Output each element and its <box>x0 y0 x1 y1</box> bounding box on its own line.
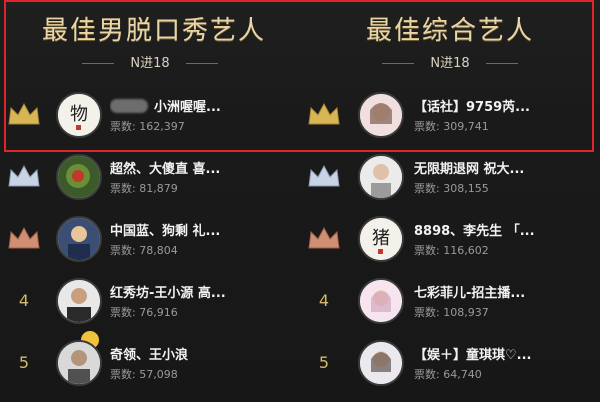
vote-count: 票数: 116,602 <box>414 244 489 257</box>
vote-count: 票数: 309,741 <box>414 120 489 133</box>
vote-count: 票数: 64,740 <box>414 368 482 381</box>
green-avatar-icon[interactable] <box>56 154 102 200</box>
category-subtitle: N进18 <box>300 52 600 71</box>
performer-name[interactable]: 8898、李先生 「... <box>414 220 535 239</box>
girl-avatar-icon[interactable] <box>358 278 404 324</box>
gold-crown-icon <box>306 100 342 130</box>
cartoon-avatar-icon[interactable] <box>56 216 102 262</box>
silver-crown-icon <box>6 162 42 192</box>
ranking-row[interactable]: 5 奇领、王小浪 票数: 57,098 <box>0 338 300 388</box>
category-title: 最佳男脱口秀艺人 <box>41 16 266 46</box>
bronze-crown-icon <box>306 224 342 254</box>
calligraphy-avatar-icon[interactable]: 物 <box>56 92 102 138</box>
performer-name[interactable]: 无限期退网 祝大... <box>414 158 524 177</box>
calligraphy-avatar-icon[interactable]: 猪 <box>358 216 404 262</box>
round-label: N进18 <box>430 56 470 71</box>
svg-text:猪: 猪 <box>372 228 390 249</box>
vote-count: 票数: 108,937 <box>414 306 489 319</box>
round-label: N进18 <box>130 56 170 71</box>
right-ranking-column: 最佳综合艺人 N进18 【话社】9759芮... 票数: 309,741 无限期… <box>300 0 600 402</box>
divider <box>382 63 415 64</box>
person-avatar-icon[interactable] <box>56 278 102 324</box>
performer-name[interactable]: 【话社】9759芮... <box>414 96 530 115</box>
divider <box>82 63 115 64</box>
category-title: 最佳综合艺人 <box>365 16 534 46</box>
blurred-prefix <box>110 99 148 113</box>
gold-crown-icon <box>6 100 42 130</box>
person-avatar-icon[interactable] <box>56 340 102 386</box>
ranking-row[interactable]: 无限期退网 祝大... 票数: 308,155 <box>300 152 600 202</box>
ranking-row[interactable]: 超然、大傻直 喜... 票数: 81,879 <box>0 152 300 350</box>
vote-count: 票数: 81,879 <box>110 182 178 195</box>
ranking-row[interactable]: 中国蓝、狗剩 礼... 票数: 78,804 <box>0 214 300 264</box>
ranking-row[interactable]: 【话社】9759芮... 票数: 309,741 <box>300 90 600 140</box>
vote-count: 票数: 78,804 <box>110 244 178 257</box>
girl-avatar-icon[interactable] <box>358 92 404 138</box>
vote-count: 票数: 57,098 <box>110 368 178 381</box>
performer-name[interactable]: 奇领、王小浪 <box>110 344 188 363</box>
ranking-row[interactable]: 物 小洲喔喔... 票数: 162,397 <box>0 90 300 140</box>
performer-name[interactable]: 红秀坊-王小源 高... <box>110 282 226 301</box>
vote-count: 票数: 162,397 <box>110 120 185 133</box>
svg-text:物: 物 <box>70 104 88 125</box>
category-subtitle: N进18 <box>0 52 300 71</box>
rank-number: 4 <box>318 291 330 310</box>
performer-name[interactable]: 【娱＋】童琪琪♡... <box>414 344 531 363</box>
ranking-page: 最佳男脱口秀艺人 N进18 物 小洲喔喔... 票数: 162,397 超然、大… <box>0 0 600 402</box>
performer-name[interactable]: 中国蓝、狗剩 礼... <box>110 220 220 239</box>
ranking-row[interactable]: 4 红秀坊-王小源 高... 票数: 76,916 <box>0 276 300 326</box>
rank-number: 5 <box>18 353 30 372</box>
divider <box>485 63 518 64</box>
rank-number: 4 <box>18 291 30 310</box>
rank-number: 5 <box>318 353 330 372</box>
performer-name[interactable]: 超然、大傻直 喜... <box>110 158 220 177</box>
vote-count: 票数: 308,155 <box>414 182 489 195</box>
left-ranking-column: 最佳男脱口秀艺人 N进18 物 小洲喔喔... 票数: 162,397 超然、大… <box>0 0 300 402</box>
bronze-crown-icon <box>6 224 42 254</box>
performer-name[interactable]: 小洲喔喔... <box>110 96 221 115</box>
ranking-row[interactable]: 5 【娱＋】童琪琪♡... 票数: 64,740 <box>300 338 600 388</box>
girl-avatar-icon[interactable] <box>358 340 404 386</box>
ranking-row[interactable]: 4 七彩菲儿-招主播... 票数: 108,937 <box>300 276 600 326</box>
ranking-row[interactable]: 猪 8898、李先生 「... 票数: 116,602 <box>300 214 600 264</box>
divider <box>185 63 218 64</box>
silver-crown-icon <box>306 162 342 192</box>
performer-name[interactable]: 七彩菲儿-招主播... <box>414 282 525 301</box>
vote-count: 票数: 76,916 <box>110 306 178 319</box>
person-avatar-icon[interactable] <box>358 154 404 200</box>
